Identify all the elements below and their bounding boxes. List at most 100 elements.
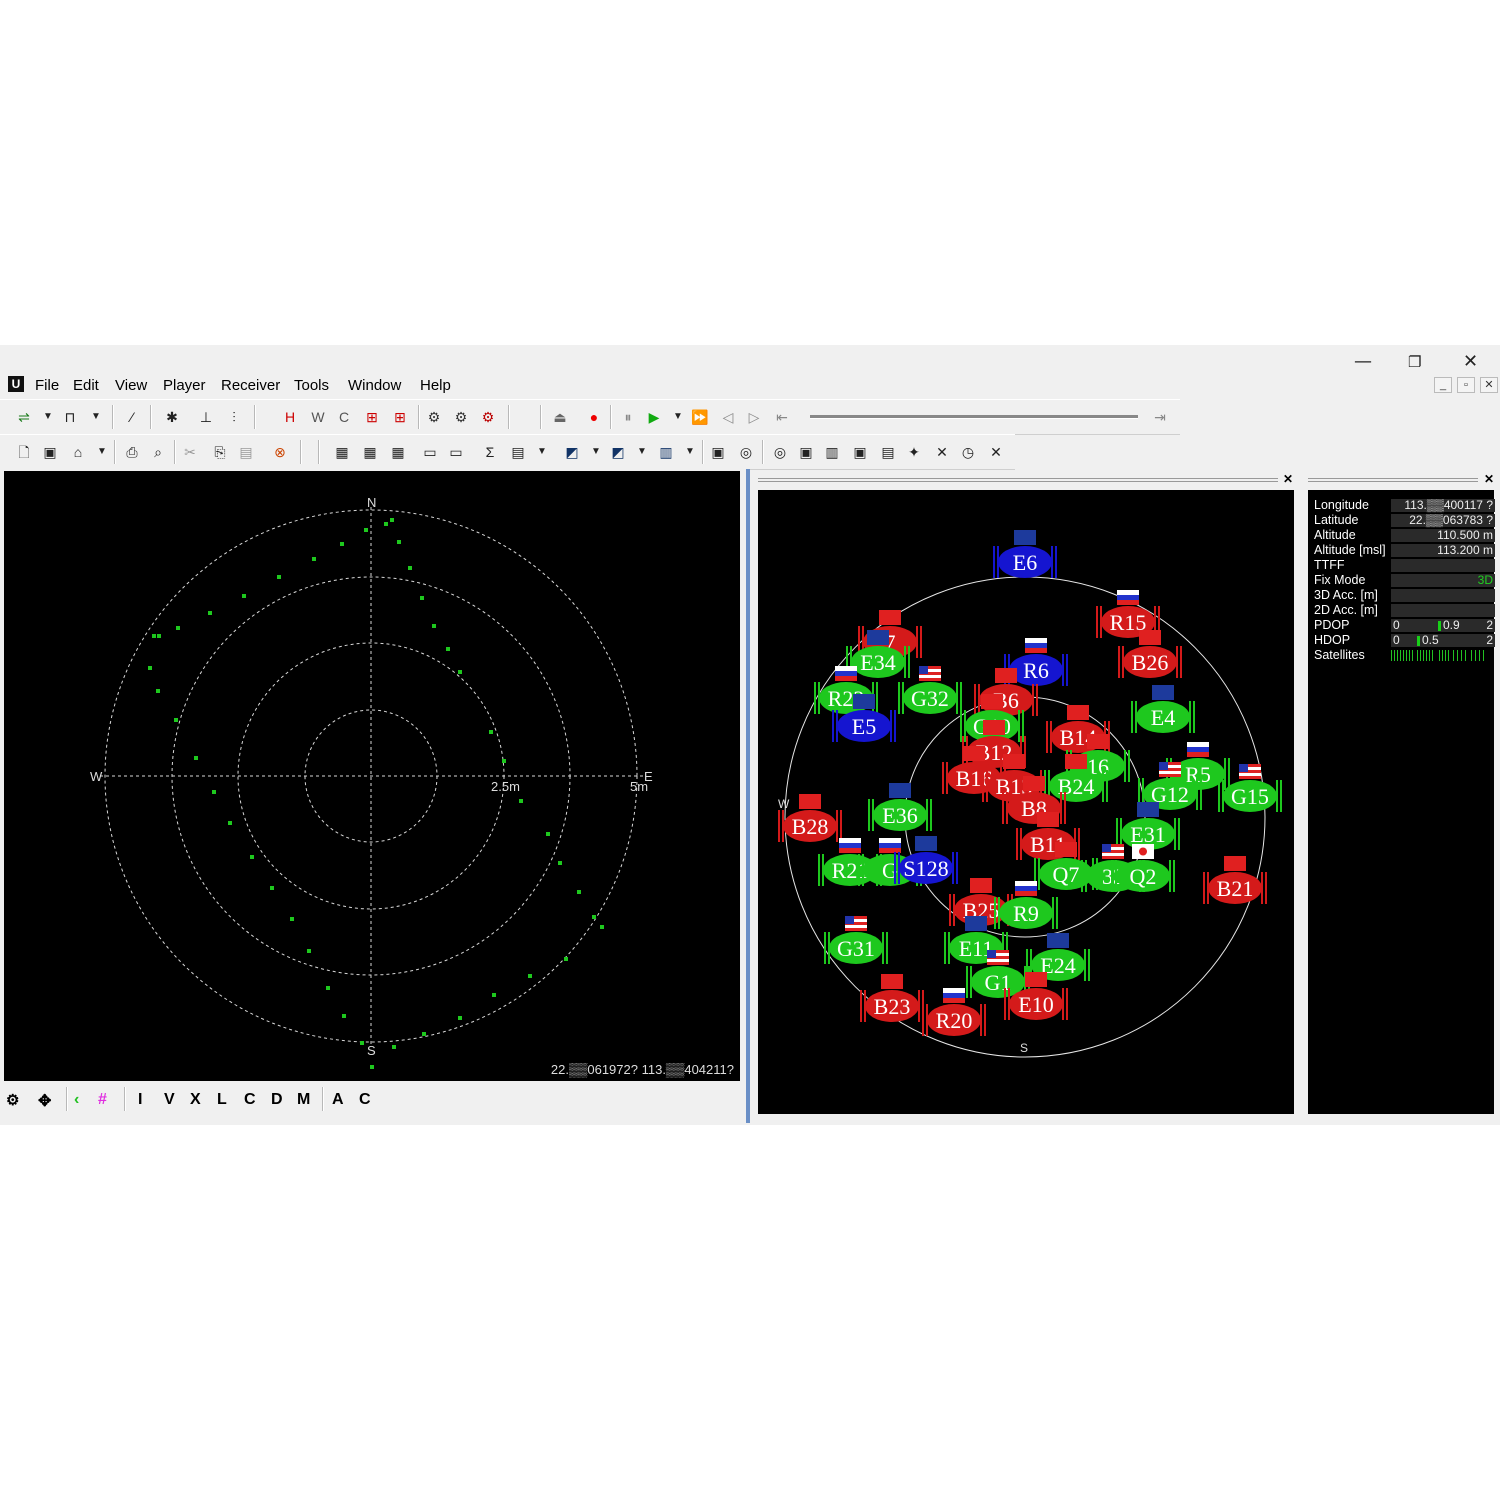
message-view-icon[interactable]: ▦ (332, 442, 352, 462)
map-settings-icon[interactable]: ⚙ (6, 1091, 19, 1109)
cold-start-icon[interactable]: C (334, 407, 354, 427)
satellite-s128[interactable]: S128 (894, 836, 958, 884)
copy-icon[interactable]: ⎘ (210, 442, 230, 462)
debug-bug-icon[interactable]: ✱ (162, 407, 182, 427)
packet-view-icon[interactable]: ▦ (360, 442, 380, 462)
satellite-e6[interactable]: E6 (993, 530, 1057, 578)
grid-icon[interactable]: # (98, 1091, 107, 1109)
dropdown-arrow-icon[interactable]: ▼ (680, 442, 700, 462)
clock-view-icon[interactable]: ◷ (958, 442, 978, 462)
baudrate-icon[interactable]: ⊓ (60, 407, 80, 427)
binary-view-icon[interactable]: ▦ (388, 442, 408, 462)
menu-help[interactable]: Help (420, 377, 451, 394)
satellite-b21[interactable]: B21 (1203, 856, 1267, 904)
map-view-icon[interactable]: ▣ (708, 442, 728, 462)
satellite-b23[interactable]: B23 (860, 974, 924, 1022)
satellite-g31[interactable]: G31 (824, 916, 888, 964)
step-back-icon[interactable]: ◁ (718, 407, 738, 427)
satellite-e4[interactable]: E4 (1131, 685, 1195, 733)
record-icon[interactable]: ● (584, 407, 604, 427)
toggle-c[interactable]: C (244, 1091, 256, 1109)
gear-icon[interactable]: ⚙ (451, 407, 471, 427)
chart-view-icon[interactable]: ◩ (562, 442, 582, 462)
menu-edit[interactable]: Edit (73, 377, 99, 394)
gear-red-icon[interactable]: ⚙ (478, 407, 498, 427)
satellite-r20[interactable]: R20 (922, 988, 986, 1036)
config-view-icon[interactable]: ▭ (446, 442, 466, 462)
clear-icon[interactable]: ⊗ (270, 442, 290, 462)
deviation-map-icon[interactable]: ◎ (770, 442, 790, 462)
equalizer-icon[interactable]: ⫶ (224, 407, 244, 427)
wizard-wand-icon[interactable]: ⁄ (122, 407, 142, 427)
satellite-e36[interactable]: E36 (868, 783, 932, 831)
gnss-config-icon[interactable]: ⊞ (362, 407, 382, 427)
menu-player[interactable]: Player (163, 377, 206, 394)
warm-start-icon[interactable]: W (308, 407, 328, 427)
toggle-l[interactable]: L (217, 1091, 227, 1109)
deviation-map-panel[interactable]: N S E W 2.5m 5m 22.▒▒061972? 113.▒▒40421… (4, 471, 740, 1081)
compass-view-icon[interactable]: ▣ (850, 442, 870, 462)
dropdown-arrow-icon[interactable]: ▼ (586, 442, 606, 462)
rewind-start-icon[interactable]: ⇤ (772, 407, 792, 427)
jump-end-icon[interactable]: ⇥ (1150, 407, 1170, 427)
curve-icon[interactable]: ‹ (74, 1091, 79, 1109)
data-view-icon[interactable]: ▤ (878, 442, 898, 462)
gnss-config-2-icon[interactable]: ⊞ (390, 407, 410, 427)
satellite-view-icon[interactable]: ✦ (904, 442, 924, 462)
dropdown-arrow-icon[interactable]: ▼ (92, 442, 112, 462)
print-preview-icon[interactable]: ⌕ (148, 442, 168, 462)
print-icon[interactable]: ⎙ (122, 442, 142, 462)
bar-chart-icon[interactable]: ▥ (656, 442, 676, 462)
table-view-icon[interactable]: ▤ (508, 442, 528, 462)
cut-icon[interactable]: ✂ (180, 442, 200, 462)
sky-view-close-icon[interactable]: ✕ (1283, 472, 1293, 486)
sky-view-icon[interactable]: ◎ (736, 442, 756, 462)
eject-icon[interactable]: ⏏ (550, 407, 570, 427)
new-file-icon[interactable]: 🗋 (14, 442, 34, 462)
menu-view[interactable]: View (115, 377, 147, 394)
pan-move-icon[interactable]: ✥ (38, 1091, 51, 1111)
signal-view-icon[interactable]: ▣ (796, 442, 816, 462)
window-restore-button[interactable]: ❐ (1408, 353, 1421, 371)
toggle-v[interactable]: V (164, 1091, 175, 1109)
toggle-m[interactable]: M (297, 1091, 310, 1109)
dropdown-arrow-icon[interactable]: ▼ (38, 407, 58, 427)
dropdown-arrow-icon[interactable]: ▼ (632, 442, 652, 462)
window-close-button[interactable]: ✕ (1463, 351, 1478, 372)
step-forward-icon[interactable]: ▷ (744, 407, 764, 427)
toggle-a[interactable]: A (332, 1091, 344, 1109)
menu-file[interactable]: File (35, 377, 59, 394)
camera-view-icon[interactable]: ✕ (986, 442, 1006, 462)
dropdown-arrow-icon[interactable]: ▼ (668, 407, 688, 427)
dropdown-arrow-icon[interactable]: ▼ (532, 442, 552, 462)
connect-port-icon[interactable]: ⇌ (14, 407, 34, 427)
histogram-view-icon[interactable]: ◩ (608, 442, 628, 462)
hot-start-icon[interactable]: H (280, 407, 300, 427)
paste-icon[interactable]: ▤ (236, 442, 256, 462)
toggle-x[interactable]: X (190, 1091, 201, 1109)
open-folder-icon[interactable]: ⌂ (68, 442, 88, 462)
menu-tools[interactable]: Tools (294, 377, 329, 394)
playback-slider[interactable] (810, 415, 1138, 419)
dropdown-arrow-icon[interactable]: ▼ (86, 407, 106, 427)
play-icon[interactable]: ▶ (644, 407, 664, 427)
toggle-i[interactable]: I (138, 1091, 142, 1109)
menu-receiver[interactable]: Receiver (221, 377, 280, 394)
pause-icon[interactable]: ⏸ (618, 407, 638, 427)
world-view-icon[interactable]: ✕ (932, 442, 952, 462)
sky-view-panel[interactable]: W S E6R15B267E34R6R22G32B6E5G10E4B14B121… (758, 490, 1294, 1114)
gear-icon[interactable]: ⚙ (424, 407, 444, 427)
menu-window[interactable]: Window (348, 377, 401, 394)
satellite-count-bar (1409, 650, 1410, 661)
window-minimize-button[interactable]: — (1354, 351, 1372, 372)
text-view-icon[interactable]: ▭ (420, 442, 440, 462)
toggle-c2[interactable]: C (359, 1091, 371, 1109)
statistic-view-icon[interactable]: Σ (480, 442, 500, 462)
level-view-icon[interactable]: ▥ (822, 442, 842, 462)
info-close-icon[interactable]: ✕ (1484, 472, 1494, 486)
fast-forward-icon[interactable]: ⏩ (690, 407, 710, 427)
satellite-r9[interactable]: R9 (994, 881, 1058, 929)
save-icon[interactable]: ▣ (40, 442, 60, 462)
toggle-d[interactable]: D (271, 1091, 283, 1109)
antenna-icon[interactable]: ⊥ (196, 407, 216, 427)
